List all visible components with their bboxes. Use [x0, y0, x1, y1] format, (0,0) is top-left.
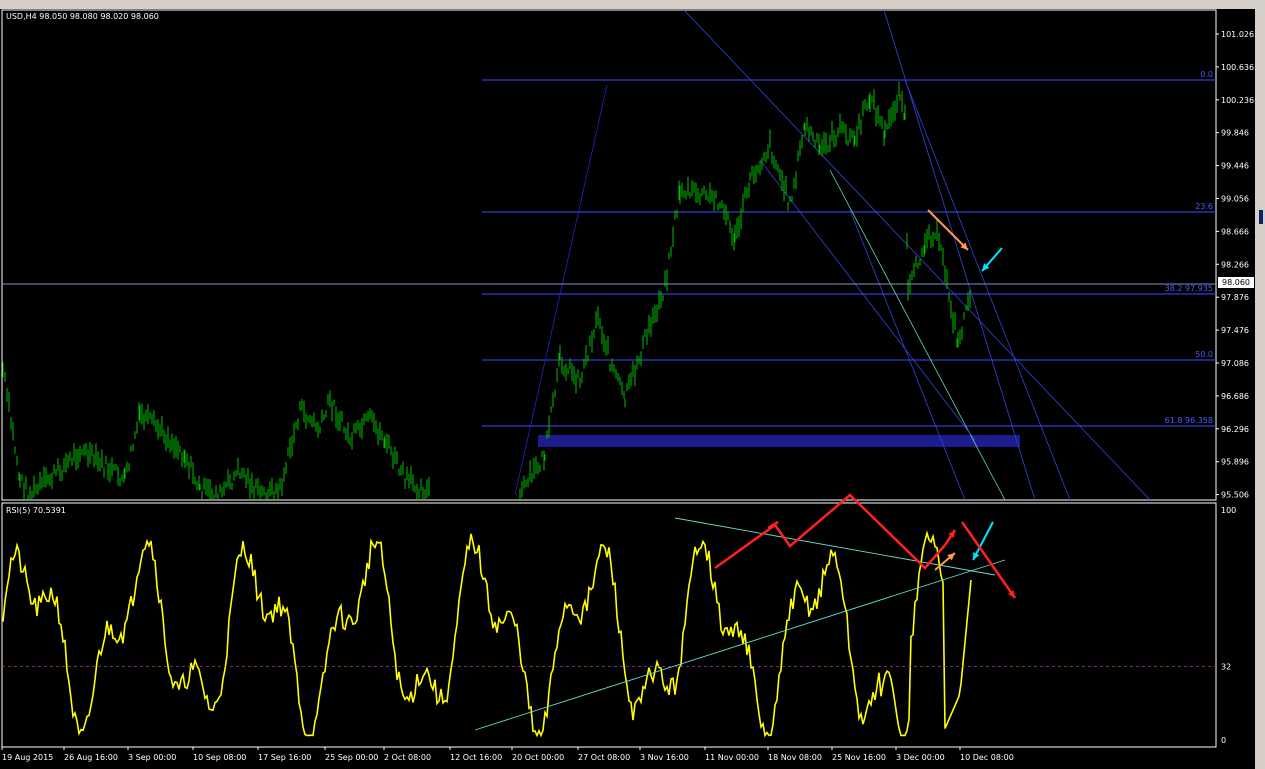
rsi-tick-label: 32 [1221, 662, 1231, 671]
price-tick-label: 99.446 [1221, 162, 1249, 171]
time-tick-label: 18 Nov 08:00 [768, 753, 822, 762]
price-tick-label: 98.666 [1221, 227, 1249, 236]
time-tick-label: 10 Sep 08:00 [193, 753, 246, 762]
price-tick-label: 99.056 [1221, 195, 1249, 204]
chart-window: 98.060 USD,H4 98.050 98.080 98.020 98.06… [0, 0, 1265, 769]
trend-line[interactable] [849, 209, 966, 501]
time-tick-label: 11 Nov 00:00 [705, 753, 759, 762]
time-tick-label: 3 Sep 00:00 [128, 753, 176, 762]
time-axis: 19 Aug 2015 26 Aug 16:00 3 Sep 00:00 10 Sep… [1, 747, 1014, 762]
rsi-panel-border [1, 502, 1217, 748]
time-tick-label: 12 Oct 16:00 [450, 753, 502, 762]
time-tick-label: 10 Dec 08:00 [960, 753, 1014, 762]
fib-level-label: 0.0 [1200, 70, 1213, 79]
rsi-line [2, 530, 972, 738]
current-price-text: 98.060 [1222, 278, 1250, 287]
rsi-title: RSI(5) 70.5391 [6, 506, 66, 515]
time-tick-label: 20 Oct 00:00 [512, 753, 564, 762]
price-axis: 101.026 100.636 100.236 99.846 99.446 99.056 9… [1216, 30, 1254, 500]
time-tick-label: 25 Nov 16:00 [832, 753, 886, 762]
time-tick-label: 26 Aug 16:00 [64, 753, 118, 762]
rsi-tick-label: 100 [1221, 506, 1236, 515]
price-tick-label: 95.896 [1221, 458, 1249, 467]
price-tick-label: 100.636 [1221, 63, 1254, 72]
main-chart-title: USD,H4 98.050 98.080 98.020 98.060 [6, 12, 159, 21]
annotation-arrows [714, 209, 1017, 599]
fib-level-label: 23.6 [1195, 202, 1213, 211]
time-tick-label: 3 Dec 00:00 [896, 753, 945, 762]
fib-labels: 0.0 23.6 38.2 97.935 50.0 61.8 96.358 [1165, 70, 1213, 425]
rsi-axis: 100 32 0 [2, 506, 1236, 745]
time-tick-label: 2 Oct 08:00 [384, 753, 431, 762]
fib-level-label: 38.2 97.935 [1165, 284, 1213, 293]
time-tick-label: 27 Oct 08:00 [578, 753, 630, 762]
trend-line[interactable] [514, 84, 608, 496]
price-tick-label: 98.266 [1221, 260, 1249, 269]
support-zone [538, 435, 1020, 447]
rsi-tick-label: 0 [1221, 736, 1226, 745]
price-tick-label: 96.296 [1221, 425, 1249, 434]
fib-level-label: 61.8 96.358 [1165, 416, 1213, 425]
price-tick-label: 97.476 [1221, 326, 1249, 335]
fibonacci-retracement[interactable] [482, 79, 1216, 427]
price-tick-label: 99.846 [1221, 129, 1249, 138]
price-tick-label: 96.686 [1221, 392, 1249, 401]
trend-line[interactable] [829, 169, 1006, 501]
price-tick-label: 97.876 [1221, 293, 1249, 302]
price-chart-canvas[interactable]: 98.060 USD,H4 98.050 98.080 98.020 98.06… [0, 0, 1265, 769]
time-tick-label: 3 Nov 16:00 [640, 753, 689, 762]
rsi-support-line[interactable] [474, 559, 1006, 731]
price-tick-label: 95.506 [1221, 491, 1249, 500]
time-tick-label: 17 Sep 16:00 [258, 753, 311, 762]
time-tick-label: 19 Aug 2015 [2, 753, 53, 762]
fib-level-label: 50.0 [1195, 350, 1213, 359]
time-tick-label: 25 Sep 00:00 [325, 753, 378, 762]
arrow-shaft [927, 209, 969, 251]
price-tick-label: 101.026 [1221, 30, 1254, 39]
price-tick-label: 97.086 [1221, 359, 1249, 368]
rsi-lines [2, 517, 1006, 738]
price-tick-label: 100.236 [1221, 96, 1254, 105]
rsi-resistance-line[interactable] [674, 517, 996, 576]
